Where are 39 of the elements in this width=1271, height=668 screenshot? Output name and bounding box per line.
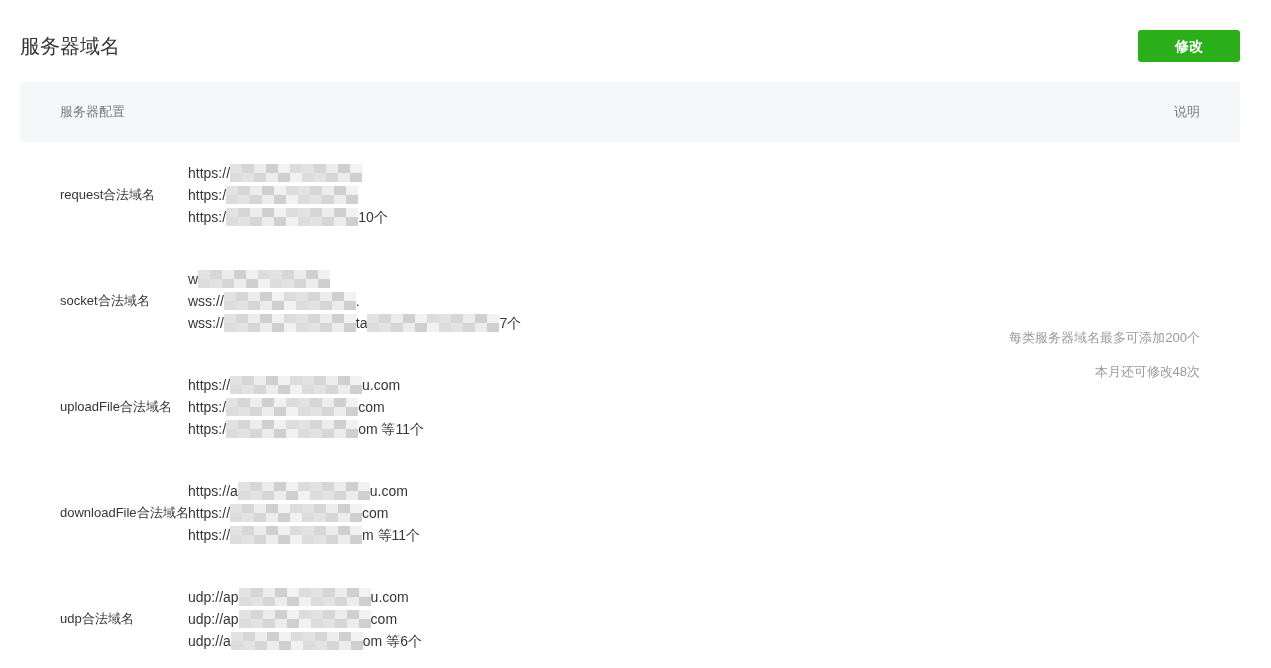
column-header: 说明 [1174, 103, 1200, 122]
note-text: 本月还可修改48次 [1094, 362, 1200, 381]
config-label: socket合法域名 [59, 292, 151, 311]
domain-text: u.com [362, 375, 401, 395]
domain-text: w [188, 269, 199, 289]
domain-text: udp://a [188, 631, 231, 651]
config-label: downloadFile合法域名 [59, 504, 188, 523]
domain-text: udp://ap [188, 609, 239, 629]
domain-text: om 等11个 [358, 419, 424, 439]
domain-text: wss:// [188, 313, 224, 333]
domain-text: u.com [369, 481, 408, 501]
edit-button[interactable]: 修改 [1138, 30, 1240, 62]
domain-text: https:/ [188, 397, 227, 417]
domain-text: om 等6个 [362, 631, 422, 651]
column-header: 服务器配置 [60, 103, 125, 122]
domain-text: https:// [188, 525, 231, 545]
domain-text: https:// [188, 375, 231, 395]
domain-text: com [358, 397, 385, 417]
note-text: 每类服务器域名最多可添加200个 [1009, 329, 1200, 347]
domain-text: https:/ [188, 207, 227, 227]
config-label: uploadFile合法域名 [59, 398, 173, 417]
domain-text: https://a [188, 481, 238, 501]
domain-text: https:// [188, 503, 231, 523]
domain-text: https:// [188, 163, 231, 183]
domain-text: 7个 [499, 313, 522, 333]
domain-text: ta [355, 313, 368, 333]
domain-text: m 等11个 [362, 525, 421, 545]
domain-text: . [355, 291, 360, 311]
config-label: udp合法域名 [59, 610, 135, 629]
domain-text: udp://ap [188, 587, 239, 607]
domain-text: https:/ [188, 419, 227, 439]
config-label: request合法域名 [59, 186, 157, 205]
domain-text: com [362, 503, 389, 523]
domain-text: u.com [370, 587, 409, 607]
page-title: 服务器域名 [20, 34, 120, 59]
domain-text: 10个 [358, 207, 388, 227]
domain-text: wss:// [188, 291, 224, 311]
domain-text: https:/ [188, 185, 227, 205]
domain-text: com [370, 609, 398, 629]
